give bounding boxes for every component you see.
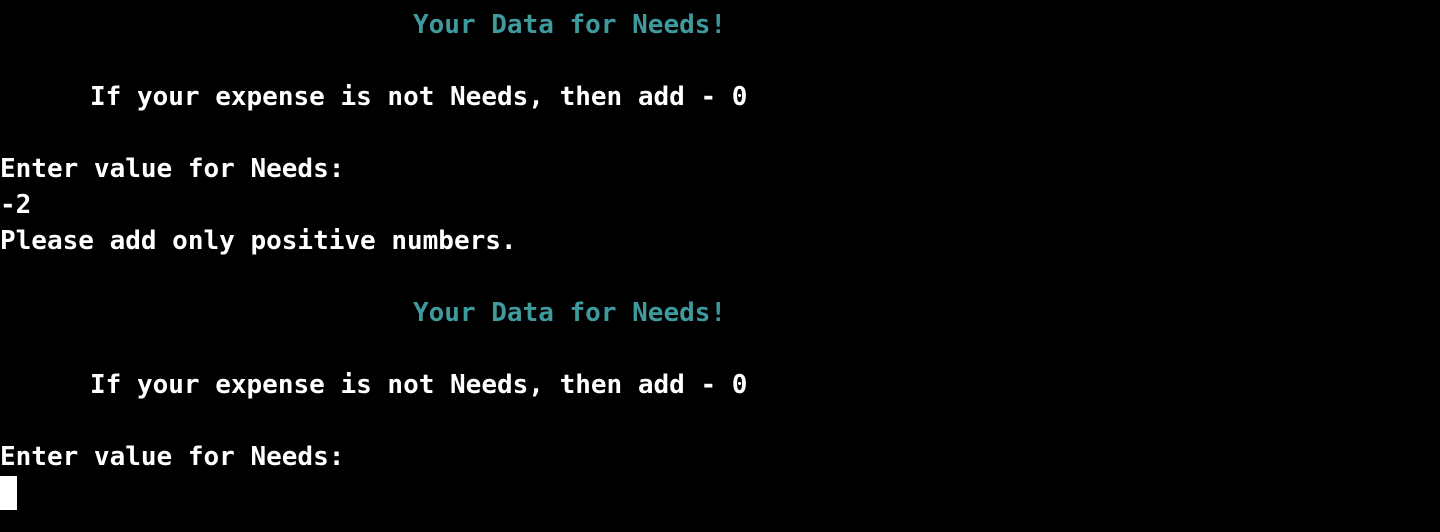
error-message: Please add only positive numbers. <box>0 226 517 256</box>
hint-text: If your expense is not Needs, then add -… <box>90 370 748 400</box>
section-heading: Your Data for Needs! <box>413 298 727 328</box>
input-prompt: Enter value for Needs: <box>0 442 345 472</box>
section-heading: Your Data for Needs! <box>413 10 727 40</box>
text-cursor[interactable] <box>0 476 17 510</box>
terminal-window: Your Data for Needs! If your expense is … <box>0 0 1440 532</box>
input-prompt: Enter value for Needs: <box>0 154 345 184</box>
entered-value: -2 <box>0 190 32 220</box>
hint-text: If your expense is not Needs, then add -… <box>90 82 748 112</box>
